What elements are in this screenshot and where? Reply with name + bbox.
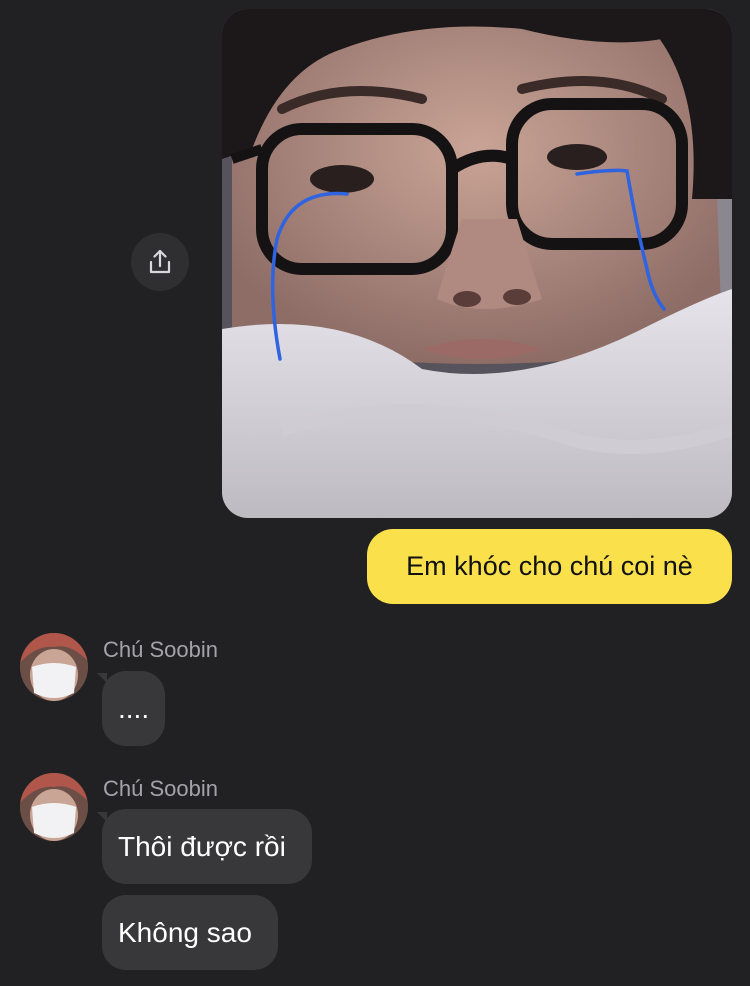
outgoing-message-bubble[interactable]: Em khóc cho chú coi nè bbox=[367, 529, 732, 604]
masked-face-avatar bbox=[20, 773, 88, 841]
shared-photo[interactable] bbox=[222, 9, 732, 518]
masked-face-avatar bbox=[20, 633, 88, 701]
incoming-message-text: .... bbox=[118, 692, 150, 724]
incoming-message-bubble[interactable]: .... bbox=[102, 671, 165, 746]
incoming-message-bubble[interactable]: Không sao bbox=[102, 895, 278, 970]
sender-name: Chú Soobin bbox=[103, 637, 218, 662]
outgoing-message-text: Em khóc cho chú coi nè bbox=[406, 551, 693, 581]
incoming-message-text: Không sao bbox=[118, 916, 252, 948]
incoming-message-bubble[interactable]: Thôi được rồi bbox=[102, 809, 312, 884]
share-icon bbox=[149, 249, 171, 274]
avatar[interactable] bbox=[20, 773, 88, 841]
avatar[interactable] bbox=[20, 633, 88, 701]
incoming-message-text: Thôi được rồi bbox=[118, 830, 286, 862]
crying-selfie-photo bbox=[222, 9, 732, 518]
sender-name: Chú Soobin bbox=[103, 776, 218, 801]
share-button[interactable] bbox=[131, 233, 189, 291]
